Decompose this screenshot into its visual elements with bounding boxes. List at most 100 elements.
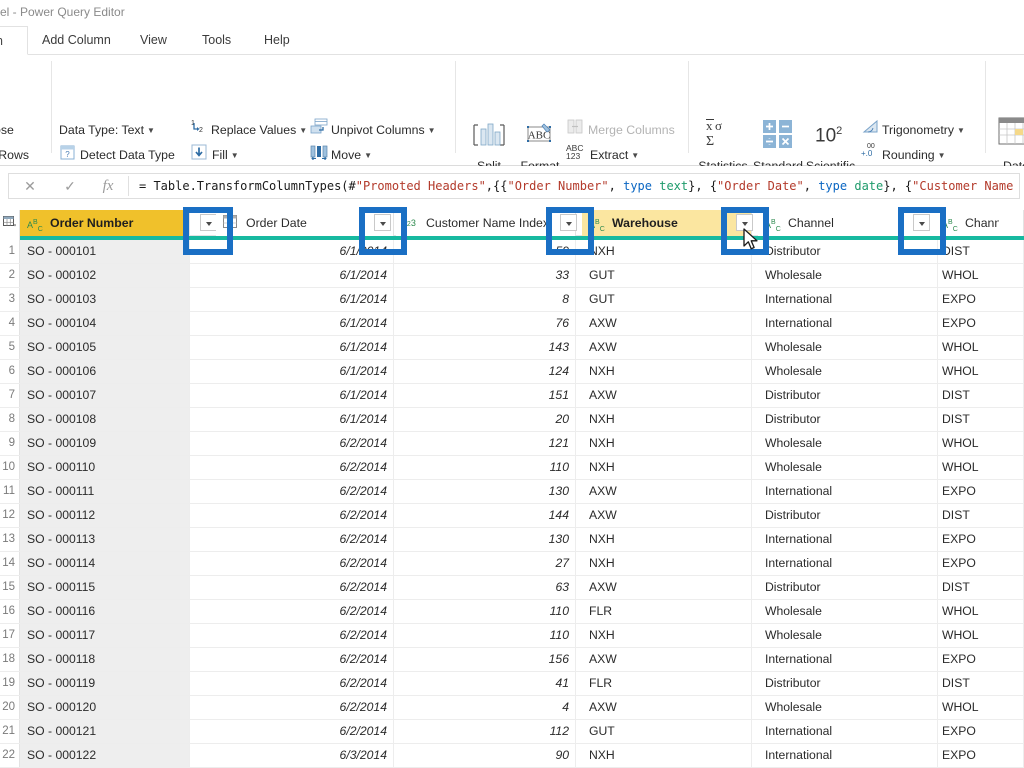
cell-order[interactable]: SO - 000111: [20, 480, 190, 503]
column-header-channel-co[interactable]: ABCChannel Co: [935, 210, 1024, 236]
cell-index[interactable]: 144: [396, 504, 576, 527]
column-filter-dropdown-customer-name-index[interactable]: [560, 214, 577, 231]
cell-index[interactable]: 110: [396, 456, 576, 479]
cell-code[interactable]: WHOL: [935, 360, 1024, 383]
cell-order[interactable]: SO - 000103: [20, 288, 190, 311]
table-row[interactable]: 17SO - 0001176/2/2014110NXHWholesaleWHOL: [0, 624, 1024, 648]
cell-channel[interactable]: International: [758, 480, 938, 503]
cell-date[interactable]: 6/1/2014: [216, 360, 394, 383]
cell-warehouse[interactable]: AXW: [582, 384, 752, 407]
cell-channel[interactable]: International: [758, 720, 938, 743]
cell-index[interactable]: 110: [396, 600, 576, 623]
cell-code[interactable]: WHOL: [935, 336, 1024, 359]
cell-date[interactable]: 6/2/2014: [216, 624, 394, 647]
cell-code[interactable]: EXPO: [935, 648, 1024, 671]
table-row[interactable]: 15SO - 0001156/2/201463AXWDistributorDIS…: [0, 576, 1024, 600]
cell-order[interactable]: SO - 000109: [20, 432, 190, 455]
cell-code[interactable]: WHOL: [935, 456, 1024, 479]
cell-code[interactable]: WHOL: [935, 600, 1024, 623]
cell-channel[interactable]: Wholesale: [758, 696, 938, 719]
cell-code[interactable]: EXPO: [935, 552, 1024, 575]
cell-date[interactable]: 6/2/2014: [216, 576, 394, 599]
cell-date[interactable]: 6/2/2014: [216, 456, 394, 479]
ribbon-item-trigonometry[interactable]: Trigonometry▼: [882, 123, 965, 138]
cell-code[interactable]: EXPO: [935, 720, 1024, 743]
cell-index[interactable]: 151: [396, 384, 576, 407]
cell-date[interactable]: 6/2/2014: [216, 648, 394, 671]
cell-order[interactable]: SO - 000106: [20, 360, 190, 383]
ribbon-item-unpivot-columns[interactable]: Unpivot Columns▼: [331, 123, 436, 138]
cell-order[interactable]: SO - 000117: [20, 624, 190, 647]
cell-date[interactable]: 6/2/2014: [216, 528, 394, 551]
cell-date[interactable]: 6/2/2014: [216, 600, 394, 623]
cell-channel[interactable]: International: [758, 744, 938, 767]
cell-date[interactable]: 6/2/2014: [216, 696, 394, 719]
cell-code[interactable]: EXPO: [935, 312, 1024, 335]
column-header-customer-name-index[interactable]: 123Customer Name Index: [396, 210, 576, 236]
cell-date[interactable]: 6/2/2014: [216, 504, 394, 527]
cell-order[interactable]: SO - 000114: [20, 552, 190, 575]
cell-code[interactable]: DIST: [935, 504, 1024, 527]
cell-warehouse[interactable]: NXH: [582, 408, 752, 431]
cell-date[interactable]: 6/1/2014: [216, 288, 394, 311]
cell-code[interactable]: WHOL: [935, 696, 1024, 719]
cell-code[interactable]: DIST: [935, 240, 1024, 263]
ribbon-item-rounding[interactable]: Rounding▼: [882, 148, 946, 163]
cell-warehouse[interactable]: NXH: [582, 456, 752, 479]
table-row[interactable]: 13SO - 0001136/2/2014130NXHInternational…: [0, 528, 1024, 552]
column-header-warehouse[interactable]: ABCWarehouse: [582, 210, 752, 236]
table-row[interactable]: 7SO - 0001076/1/2014151AXWDistributorDIS…: [0, 384, 1024, 408]
cell-warehouse[interactable]: AXW: [582, 648, 752, 671]
cell-order[interactable]: SO - 000107: [20, 384, 190, 407]
cell-index[interactable]: 143: [396, 336, 576, 359]
cell-order[interactable]: SO - 000104: [20, 312, 190, 335]
cell-channel[interactable]: Wholesale: [758, 456, 938, 479]
cell-warehouse[interactable]: AXW: [582, 312, 752, 335]
cell-index[interactable]: 41: [396, 672, 576, 695]
table-row[interactable]: 3SO - 0001036/1/20148GUTInternationalEXP…: [0, 288, 1024, 312]
cell-order[interactable]: SO - 000122: [20, 744, 190, 767]
cell-code[interactable]: EXPO: [935, 744, 1024, 767]
cell-code[interactable]: DIST: [935, 672, 1024, 695]
cell-channel[interactable]: International: [758, 648, 938, 671]
cell-code[interactable]: DIST: [935, 384, 1024, 407]
table-row[interactable]: 16SO - 0001166/2/2014110FLRWholesaleWHOL: [0, 600, 1024, 624]
cell-warehouse[interactable]: AXW: [582, 480, 752, 503]
cell-warehouse[interactable]: NXH: [582, 552, 752, 575]
table-row[interactable]: 20SO - 0001206/2/20144AXWWholesaleWHOL: [0, 696, 1024, 720]
cell-warehouse[interactable]: GUT: [582, 288, 752, 311]
cell-channel[interactable]: Wholesale: [758, 432, 938, 455]
cell-warehouse[interactable]: NXH: [582, 624, 752, 647]
table-row[interactable]: 11SO - 0001116/2/2014130AXWInternational…: [0, 480, 1024, 504]
column-filter-dropdown-warehouse[interactable]: [736, 214, 753, 231]
column-filter-dropdown-order-date[interactable]: [374, 214, 391, 231]
column-header-channel[interactable]: ABCChannel: [758, 210, 938, 236]
cell-date[interactable]: 6/1/2014: [216, 336, 394, 359]
ribbon-item-keep-rows[interactable]: e Rows: [0, 148, 29, 162]
cell-index[interactable]: 27: [396, 552, 576, 575]
table-row[interactable]: 2SO - 0001026/1/201433GUTWholesaleWHOL: [0, 264, 1024, 288]
cell-index[interactable]: 130: [396, 528, 576, 551]
cell-channel[interactable]: Distributor: [758, 240, 938, 263]
cell-channel[interactable]: Distributor: [758, 504, 938, 527]
cell-order[interactable]: SO - 000120: [20, 696, 190, 719]
cell-warehouse[interactable]: FLR: [582, 600, 752, 623]
cell-date[interactable]: 6/3/2014: [216, 744, 394, 767]
cell-code[interactable]: EXPO: [935, 480, 1024, 503]
table-row[interactable]: 14SO - 0001146/2/201427NXHInternationalE…: [0, 552, 1024, 576]
cell-channel[interactable]: Distributor: [758, 576, 938, 599]
ribbon-item-extract[interactable]: Extract▼: [590, 148, 639, 163]
cell-code[interactable]: EXPO: [935, 528, 1024, 551]
cell-warehouse[interactable]: AXW: [582, 336, 752, 359]
column-filter-dropdown-channel[interactable]: [913, 214, 930, 231]
cell-channel[interactable]: International: [758, 288, 938, 311]
cell-channel[interactable]: Distributor: [758, 384, 938, 407]
cell-order[interactable]: SO - 000110: [20, 456, 190, 479]
cell-order[interactable]: SO - 000118: [20, 648, 190, 671]
ribbon-tab-tools[interactable]: Tools: [193, 26, 238, 55]
cell-order[interactable]: SO - 000101: [20, 240, 190, 263]
cell-index[interactable]: 110: [396, 624, 576, 647]
cell-order[interactable]: SO - 000105: [20, 336, 190, 359]
ribbon-tab-help[interactable]: Help: [255, 26, 299, 55]
ribbon-item-replace-values[interactable]: Replace Values▼: [211, 123, 307, 138]
